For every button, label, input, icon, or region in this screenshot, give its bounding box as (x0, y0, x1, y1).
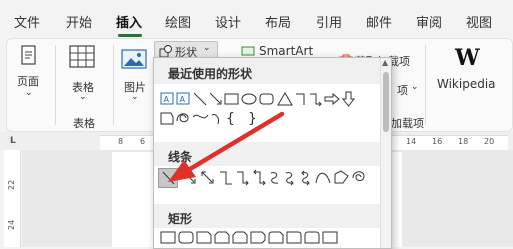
tab-design[interactable]: 设计 (215, 12, 241, 31)
table-icon (69, 45, 95, 68)
ruler-tick: 24 (7, 219, 16, 230)
tab-references[interactable]: 引用 (316, 12, 342, 31)
addins-group-label: 加载项 (391, 117, 424, 130)
page-label: 页面 (17, 75, 39, 88)
tab-mailings[interactable]: 邮件 (366, 12, 392, 31)
chevron-down-icon: ⌄ (131, 92, 139, 102)
smartart-label: SmartArt (259, 44, 314, 58)
picture-icon (121, 49, 147, 69)
scroll-up-icon[interactable]: ▲ (382, 58, 388, 67)
recent-shapes-title: 最近使用的形状 (168, 67, 253, 81)
ribbon-tab-bar: 文件 开始 插入 绘图 设计 布局 引用 邮件 审阅 视图 (0, 0, 513, 40)
ruler-tick: 16 (432, 137, 443, 146)
page-button[interactable]: 页面 ⌄ (13, 43, 47, 105)
tab-home[interactable]: 开始 (66, 12, 92, 31)
ruler-tick: 6 (140, 137, 146, 146)
chevron-down-icon: ⌄ (25, 88, 33, 98)
tab-review[interactable]: 审阅 (416, 12, 442, 31)
wikipedia-icon: W (455, 45, 480, 71)
tab-layout[interactable]: 布局 (265, 12, 291, 31)
tab-view[interactable]: 视图 (466, 12, 492, 31)
vertical-ruler: 22 24 (4, 150, 21, 247)
annotation-arrow-shaft (187, 111, 285, 172)
table-group-label: 表格 (73, 117, 95, 130)
chevron-down-icon: ⌄ (203, 43, 211, 53)
annotation-arrow-head (168, 160, 196, 182)
chevron-down-icon: ⌄ (79, 92, 87, 102)
ribbon-separator (425, 45, 426, 125)
ruler-tick: 22 (7, 179, 16, 190)
tab-insert[interactable]: 插入 (116, 12, 142, 31)
wikipedia-label: Wikipedia (437, 77, 496, 91)
tab-stop-selector[interactable]: L (10, 136, 16, 146)
ribbon-separator (55, 45, 56, 125)
annotation-arrow-icon (168, 111, 285, 182)
chevron-down-icon: ⌄ (411, 82, 419, 92)
tab-draw[interactable]: 绘图 (165, 12, 191, 31)
page-icon (21, 45, 36, 65)
ruler-tick: 14 (406, 137, 417, 146)
picture-button[interactable]: 图片 ⌄ (119, 43, 151, 105)
my-addins-label[interactable]: 项 (397, 82, 408, 98)
ribbon-separator (113, 45, 114, 125)
ruler-tick: 18 (458, 137, 469, 146)
ruler-tick: 8 (118, 137, 124, 146)
scroll-thumb[interactable] (383, 72, 389, 132)
panel-scrollbar[interactable]: ▲ (380, 58, 391, 248)
rectangles-row[interactable] (158, 230, 380, 246)
active-tab-indicator (118, 34, 142, 37)
tab-file[interactable]: 文件 (14, 12, 40, 31)
wikipedia-button[interactable]: W Wikipedia (431, 43, 507, 103)
ruler-tick: 20 (484, 137, 495, 146)
rectangles-title: 矩形 (168, 212, 193, 226)
table-button[interactable]: 表格 ⌄ (65, 43, 105, 105)
smartart-icon (241, 46, 255, 56)
